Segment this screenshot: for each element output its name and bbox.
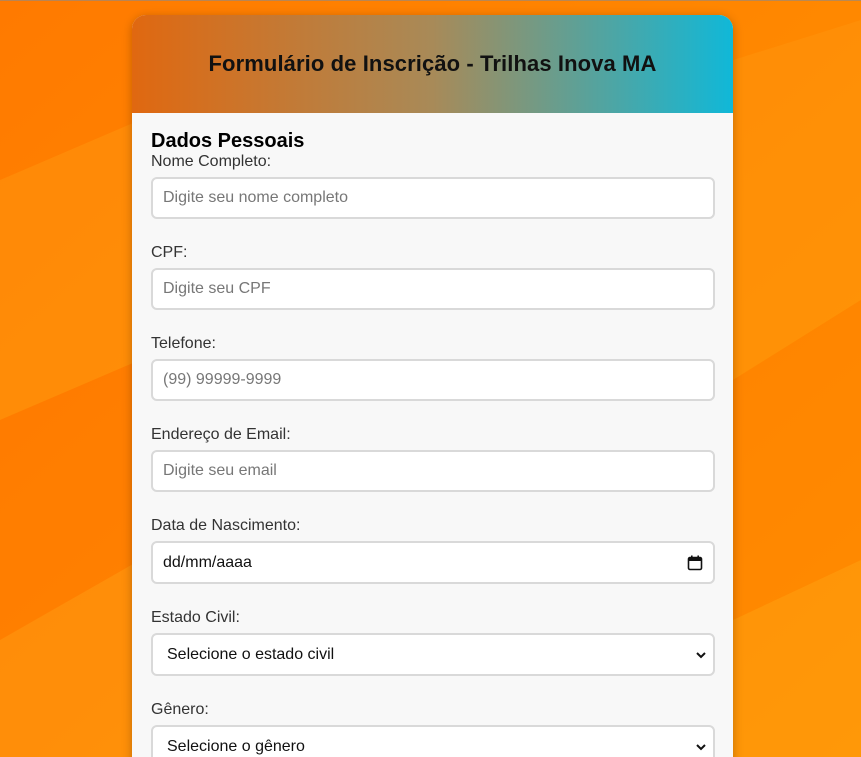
telefone-input[interactable] — [151, 359, 715, 401]
field-telefone: Telefone: — [151, 335, 715, 401]
section-title: Dados Pessoais — [151, 130, 305, 152]
top-border-line — [0, 0, 861, 1]
field-genero: Gênero: Selecione o gênero — [151, 701, 715, 757]
chevron-down-icon — [696, 651, 706, 658]
telefone-label: Telefone: — [151, 335, 216, 352]
field-estado-civil: Estado Civil: Selecione o estado civil — [151, 609, 715, 676]
field-cpf: CPF: — [151, 244, 715, 310]
nascimento-date-input[interactable]: dd/mm/aaaa — [151, 541, 715, 584]
registration-card: Formulário de Inscrição - Trilhas Inova … — [132, 15, 733, 757]
form-body: Dados Pessoais Nome Completo: CPF: Telef… — [132, 113, 733, 757]
email-label: Endereço de Email: — [151, 426, 291, 443]
email-input[interactable] — [151, 450, 715, 492]
field-email: Endereço de Email: — [151, 426, 715, 492]
genero-selected: Selecione o gênero — [167, 737, 305, 755]
nascimento-label: Data de Nascimento: — [151, 517, 301, 534]
genero-label: Gênero: — [151, 701, 209, 718]
page-title: Formulário de Inscrição - Trilhas Inova … — [208, 51, 657, 76]
field-nascimento: Data de Nascimento: dd/mm/aaaa — [151, 517, 715, 584]
estado-civil-label: Estado Civil: — [151, 609, 240, 626]
estado-civil-selected: Selecione o estado civil — [167, 645, 335, 663]
estado-civil-select[interactable]: Selecione o estado civil — [151, 633, 715, 676]
nascimento-date-value: dd/mm/aaaa — [163, 553, 252, 571]
cpf-input[interactable] — [151, 268, 715, 310]
field-nome: Nome Completo: — [151, 153, 715, 219]
calendar-icon[interactable] — [687, 555, 703, 571]
genero-select[interactable]: Selecione o gênero — [151, 725, 715, 757]
cpf-label: CPF: — [151, 244, 188, 261]
chevron-down-icon — [696, 743, 706, 750]
card-header: Formulário de Inscrição - Trilhas Inova … — [132, 15, 733, 113]
nome-label: Nome Completo: — [151, 153, 272, 170]
nome-input[interactable] — [151, 177, 715, 219]
